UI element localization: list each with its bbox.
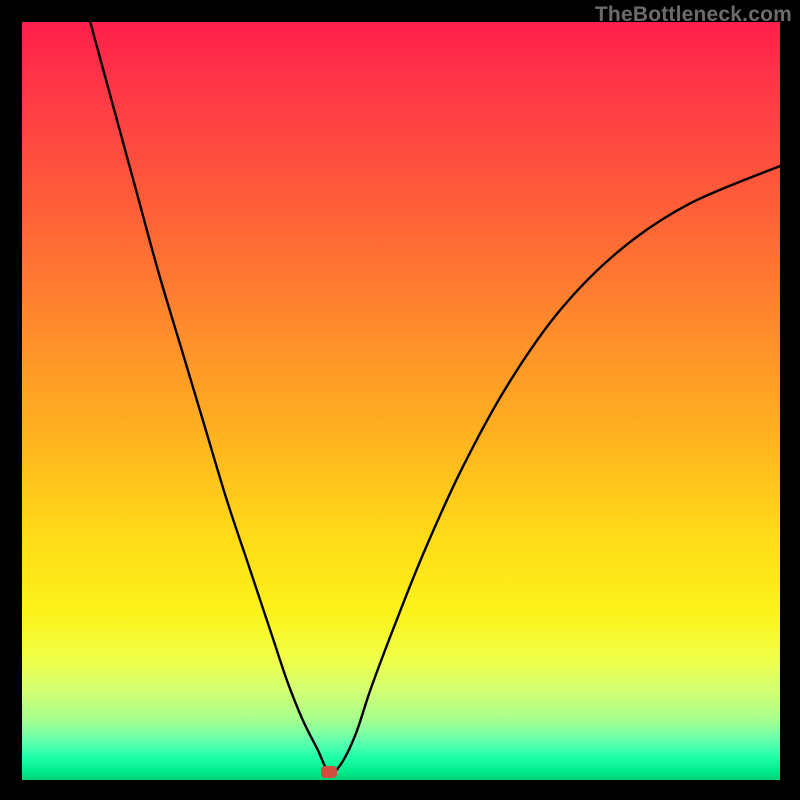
minimum-marker xyxy=(321,766,337,778)
plot-area xyxy=(22,22,780,780)
bottleneck-curve xyxy=(22,22,780,780)
chart-frame: TheBottleneck.com xyxy=(0,0,800,800)
